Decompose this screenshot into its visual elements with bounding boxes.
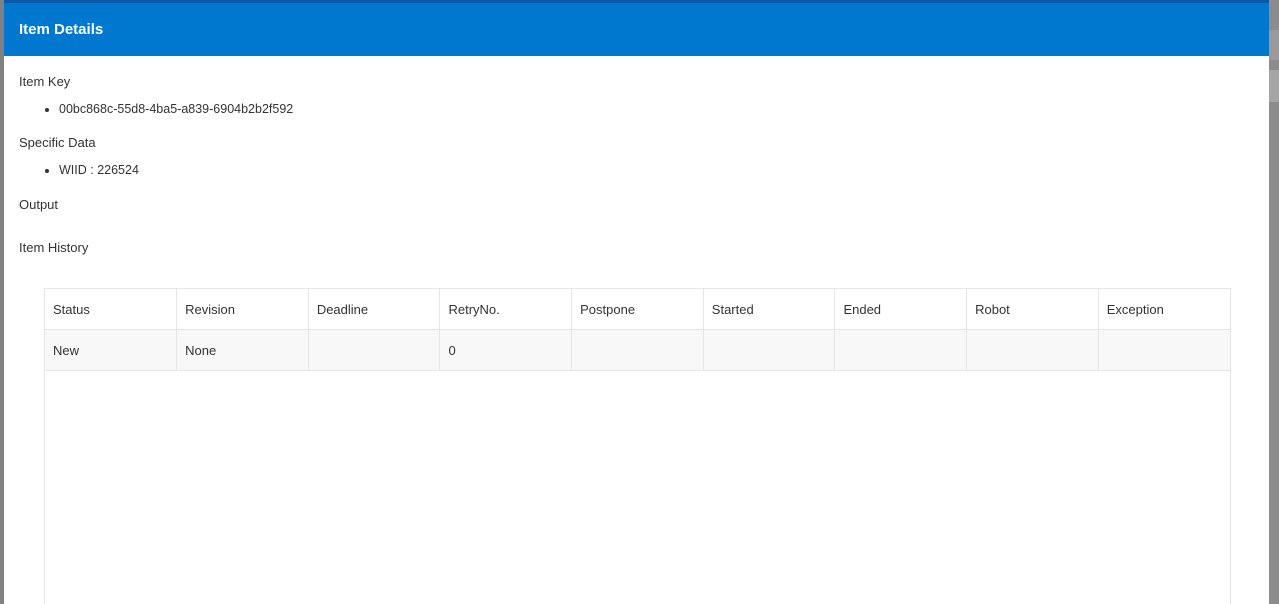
item-details-dialog: Item Details Item Key 00bc868c-55d8-4ba5… bbox=[4, 3, 1269, 604]
item-history-label: Item History bbox=[19, 240, 89, 255]
specific-data-label: Specific Data bbox=[19, 135, 96, 150]
cell-status: New bbox=[45, 329, 178, 371]
specific-data-list: WIID : 226524 bbox=[19, 162, 1254, 178]
cell-robot bbox=[966, 329, 1099, 371]
background-element bbox=[1269, 30, 1279, 60]
column-header-exception[interactable]: Exception bbox=[1098, 289, 1230, 330]
dialog-body: Item Key 00bc868c-55d8-4ba5-a839-6904b2b… bbox=[4, 74, 1269, 256]
column-header-retry-no[interactable]: RetryNo. bbox=[439, 289, 573, 330]
cell-exception bbox=[1098, 329, 1230, 371]
item-key-list: 00bc868c-55d8-4ba5-a839-6904b2b2f592 bbox=[19, 101, 1254, 117]
dialog-title: Item Details bbox=[19, 21, 104, 38]
column-header-deadline[interactable]: Deadline bbox=[308, 289, 441, 330]
background-element bbox=[1269, 70, 1279, 102]
column-header-status[interactable]: Status bbox=[45, 289, 178, 330]
output-label: Output bbox=[19, 197, 59, 212]
item-key-label: Item Key bbox=[19, 74, 71, 89]
column-header-revision[interactable]: Revision bbox=[176, 289, 309, 330]
table-row[interactable]: New None 0 bbox=[45, 329, 1230, 371]
cell-revision: None bbox=[176, 329, 309, 371]
column-header-started[interactable]: Started bbox=[703, 289, 836, 330]
cell-retry-no: 0 bbox=[439, 329, 573, 371]
cell-deadline bbox=[308, 329, 441, 371]
background-overlay-right bbox=[1269, 0, 1279, 604]
item-key-value: 00bc868c-55d8-4ba5-a839-6904b2b2f592 bbox=[59, 101, 1254, 117]
cell-started bbox=[703, 329, 836, 371]
specific-data-value: WIID : 226524 bbox=[59, 162, 1254, 178]
dialog-header: Item Details bbox=[4, 3, 1269, 56]
column-header-postpone[interactable]: Postpone bbox=[571, 289, 704, 330]
column-header-robot[interactable]: Robot bbox=[966, 289, 1099, 330]
cell-ended bbox=[834, 329, 968, 371]
item-history-table: Status Revision Deadline RetryNo. Postpo… bbox=[44, 288, 1231, 604]
column-header-ended[interactable]: Ended bbox=[834, 289, 968, 330]
cell-postpone bbox=[571, 329, 704, 371]
table-header-row: Status Revision Deadline RetryNo. Postpo… bbox=[45, 289, 1230, 330]
